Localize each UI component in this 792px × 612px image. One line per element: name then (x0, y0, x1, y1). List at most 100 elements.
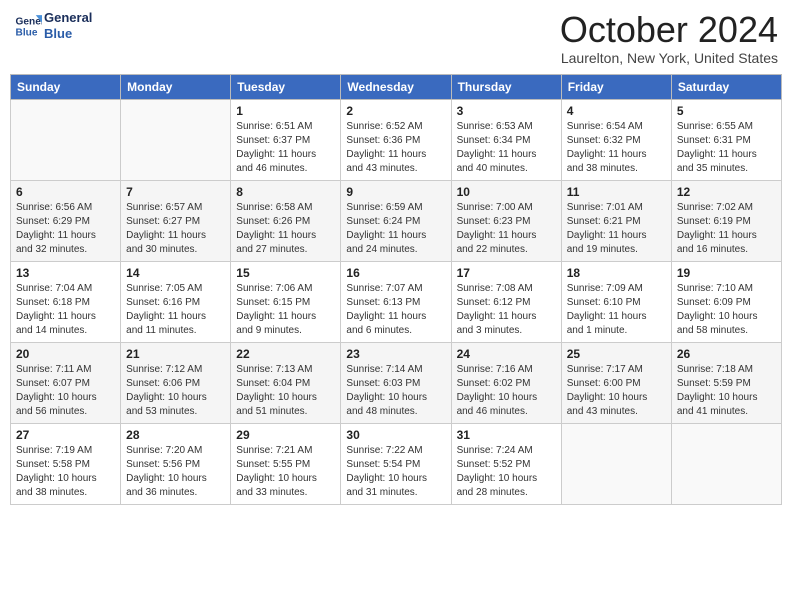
calendar-cell: 25Sunrise: 7:17 AMSunset: 6:00 PMDayligh… (561, 342, 671, 423)
day-number: 13 (16, 266, 115, 280)
calendar-cell: 16Sunrise: 7:07 AMSunset: 6:13 PMDayligh… (341, 261, 451, 342)
title-block: October 2024 Laurelton, New York, United… (560, 10, 778, 66)
calendar-cell: 10 Sunrise: 7:00 AMSunset: 6:23 PMDayligh… (451, 180, 561, 261)
calendar-cell: 17Sunrise: 7:08 AMSunset: 6:12 PMDayligh… (451, 261, 561, 342)
day-info: Sunrise: 7:17 AMSunset: 6:00 PMDaylight:… (567, 363, 666, 419)
calendar-cell: 19 Sunrise: 7:10 AMSunset: 6:09 PMDayligh… (671, 261, 781, 342)
day-info: Sunrise: 7:14 AMSunset: 6:03 PMDaylight:… (346, 363, 445, 419)
day-info: Sunrise: 7:11 AMSunset: 6:07 PMDaylight:… (16, 363, 115, 419)
calendar-cell: 8 Sunrise: 6:58 AMSunset: 6:26 PMDaylight… (231, 180, 341, 261)
calendar-cell: 3Sunrise: 6:53 AMSunset: 6:34 PMDaylight… (451, 99, 561, 180)
calendar-cell: 9 Sunrise: 6:59 AMSunset: 6:24 PMDaylight… (341, 180, 451, 261)
day-info: Sunrise: 6:59 AMSunset: 6:24 PMDaylight:… (346, 201, 445, 257)
day-info: Sunrise: 7:04 AMSunset: 6:18 PMDaylight:… (16, 282, 115, 338)
day-number: 5 (677, 104, 776, 118)
day-number: 7 (126, 185, 225, 199)
day-number: 18 (567, 266, 666, 280)
calendar-table: SundayMondayTuesdayWednesdayThursdayFrid… (10, 74, 782, 505)
day-info: Sunrise: 6:53 AMSunset: 6:34 PMDaylight:… (457, 120, 556, 176)
month-title: October 2024 (560, 10, 778, 50)
day-info: Sunrise: 7:24 AMSunset: 5:52 PMDaylight:… (457, 444, 556, 500)
day-info: Sunrise: 7:13 AMSunset: 6:04 PMDaylight:… (236, 363, 335, 419)
logo: General Blue General Blue (14, 10, 92, 41)
day-info: Sunrise: 7:18 AMSunset: 5:59 PMDaylight:… (677, 363, 776, 419)
day-info: Sunrise: 7:07 AMSunset: 6:13 PMDaylight:… (346, 282, 445, 338)
day-header-saturday: Saturday (671, 74, 781, 99)
calendar-cell: 2Sunrise: 6:52 AMSunset: 6:36 PMDaylight… (341, 99, 451, 180)
day-info: Sunrise: 7:01 AMSunset: 6:21 PMDaylight:… (567, 201, 666, 257)
day-number: 17 (457, 266, 556, 280)
calendar-cell: 18 Sunrise: 7:09 AMSunset: 6:10 PMDayligh… (561, 261, 671, 342)
calendar-week-row: 20 Sunrise: 7:11 AMSunset: 6:07 PMDayligh… (11, 342, 782, 423)
day-info: Sunrise: 7:16 AMSunset: 6:02 PMDaylight:… (457, 363, 556, 419)
day-number: 2 (346, 104, 445, 118)
calendar-cell (671, 423, 781, 504)
day-header-tuesday: Tuesday (231, 74, 341, 99)
calendar-cell: 15 Sunrise: 7:06 AMSunset: 6:15 PMDayligh… (231, 261, 341, 342)
day-header-thursday: Thursday (451, 74, 561, 99)
calendar-cell: 1Sunrise: 6:51 AMSunset: 6:37 PMDaylight… (231, 99, 341, 180)
day-number: 10 (457, 185, 556, 199)
calendar-week-row: 6Sunrise: 6:56 AMSunset: 6:29 PMDaylight… (11, 180, 782, 261)
day-number: 27 (16, 428, 115, 442)
calendar-cell (11, 99, 121, 180)
calendar-cell: 23 Sunrise: 7:14 AMSunset: 6:03 PMDayligh… (341, 342, 451, 423)
day-header-sunday: Sunday (11, 74, 121, 99)
svg-text:Blue: Blue (16, 27, 38, 38)
day-header-monday: Monday (121, 74, 231, 99)
day-number: 4 (567, 104, 666, 118)
calendar-cell: 12 Sunrise: 7:02 AMSunset: 6:19 PMDayligh… (671, 180, 781, 261)
calendar-cell: 28 Sunrise: 7:20 AMSunset: 5:56 PMDayligh… (121, 423, 231, 504)
day-number: 8 (236, 185, 335, 199)
calendar-week-row: 1Sunrise: 6:51 AMSunset: 6:37 PMDaylight… (11, 99, 782, 180)
day-info: Sunrise: 7:19 AMSunset: 5:58 PMDaylight:… (16, 444, 115, 500)
calendar-cell: 4 Sunrise: 6:54 AMSunset: 6:32 PMDaylight… (561, 99, 671, 180)
calendar-cell: 5Sunrise: 6:55 AMSunset: 6:31 PMDaylight… (671, 99, 781, 180)
day-info: Sunrise: 6:54 AMSunset: 6:32 PMDaylight:… (567, 120, 666, 176)
calendar-cell (121, 99, 231, 180)
calendar-cell: 20 Sunrise: 7:11 AMSunset: 6:07 PMDayligh… (11, 342, 121, 423)
logo-text-line1: General (44, 10, 92, 26)
day-number: 15 (236, 266, 335, 280)
day-number: 21 (126, 347, 225, 361)
day-number: 23 (346, 347, 445, 361)
day-info: Sunrise: 7:02 AMSunset: 6:19 PMDaylight:… (677, 201, 776, 257)
calendar-cell: 29Sunrise: 7:21 AMSunset: 5:55 PMDayligh… (231, 423, 341, 504)
calendar-cell: 6Sunrise: 6:56 AMSunset: 6:29 PMDaylight… (11, 180, 121, 261)
location: Laurelton, New York, United States (560, 50, 778, 66)
calendar-week-row: 13 Sunrise: 7:04 AMSunset: 6:18 PMDayligh… (11, 261, 782, 342)
calendar-cell: 30Sunrise: 7:22 AMSunset: 5:54 PMDayligh… (341, 423, 451, 504)
calendar-cell: 14 Sunrise: 7:05 AMSunset: 6:16 PMDayligh… (121, 261, 231, 342)
calendar-cell: 26Sunrise: 7:18 AMSunset: 5:59 PMDayligh… (671, 342, 781, 423)
calendar-cell: 7Sunrise: 6:57 AMSunset: 6:27 PMDaylight… (121, 180, 231, 261)
day-info: Sunrise: 7:09 AMSunset: 6:10 PMDaylight:… (567, 282, 666, 338)
day-number: 12 (677, 185, 776, 199)
calendar-cell: 22 Sunrise: 7:13 AMSunset: 6:04 PMDayligh… (231, 342, 341, 423)
day-info: Sunrise: 7:10 AMSunset: 6:09 PMDaylight:… (677, 282, 776, 338)
day-number: 9 (346, 185, 445, 199)
day-number: 14 (126, 266, 225, 280)
day-info: Sunrise: 7:21 AMSunset: 5:55 PMDaylight:… (236, 444, 335, 500)
day-info: Sunrise: 6:56 AMSunset: 6:29 PMDaylight:… (16, 201, 115, 257)
day-info: Sunrise: 7:00 AMSunset: 6:23 PMDaylight:… (457, 201, 556, 257)
day-info: Sunrise: 6:58 AMSunset: 6:26 PMDaylight:… (236, 201, 335, 257)
day-info: Sunrise: 7:05 AMSunset: 6:16 PMDaylight:… (126, 282, 225, 338)
calendar-cell: 11Sunrise: 7:01 AMSunset: 6:21 PMDayligh… (561, 180, 671, 261)
day-number: 22 (236, 347, 335, 361)
day-number: 1 (236, 104, 335, 118)
day-number: 19 (677, 266, 776, 280)
calendar-cell (561, 423, 671, 504)
day-number: 28 (126, 428, 225, 442)
calendar-cell: 13 Sunrise: 7:04 AMSunset: 6:18 PMDayligh… (11, 261, 121, 342)
logo-icon: General Blue (14, 12, 42, 40)
day-number: 24 (457, 347, 556, 361)
day-header-friday: Friday (561, 74, 671, 99)
day-info: Sunrise: 7:20 AMSunset: 5:56 PMDaylight:… (126, 444, 225, 500)
logo-text-line2: Blue (44, 26, 92, 42)
calendar-week-row: 27 Sunrise: 7:19 AMSunset: 5:58 PMDayligh… (11, 423, 782, 504)
calendar-cell: 27 Sunrise: 7:19 AMSunset: 5:58 PMDayligh… (11, 423, 121, 504)
day-info: Sunrise: 7:12 AMSunset: 6:06 PMDaylight:… (126, 363, 225, 419)
day-number: 20 (16, 347, 115, 361)
day-info: Sunrise: 7:06 AMSunset: 6:15 PMDaylight:… (236, 282, 335, 338)
day-number: 31 (457, 428, 556, 442)
